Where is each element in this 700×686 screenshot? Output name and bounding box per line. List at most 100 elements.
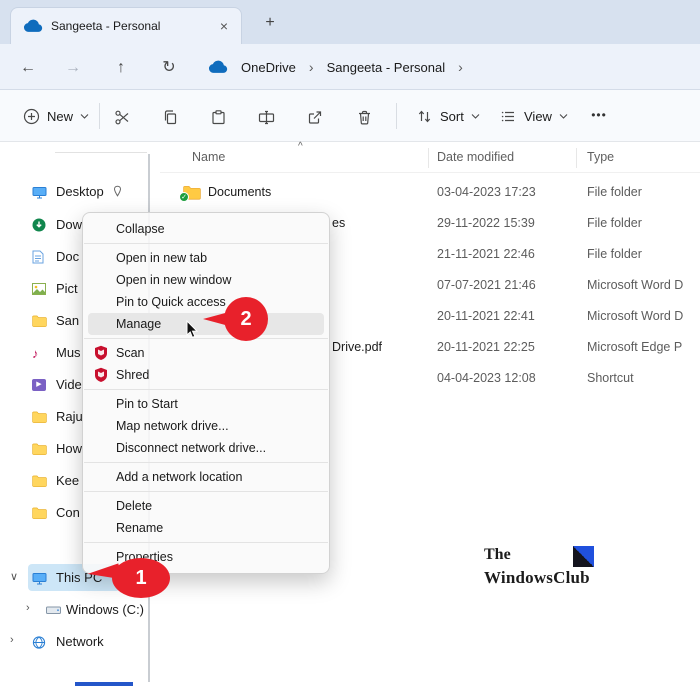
breadcrumb: OneDrive › Sangeeta - Personal › (208, 44, 463, 90)
menu-separator (84, 542, 328, 543)
tab-close-icon[interactable]: × (215, 17, 233, 35)
menu-item-scan[interactable]: Scan (88, 342, 324, 364)
menu-separator (84, 491, 328, 492)
sidebar-item-network[interactable]: › Network (0, 629, 150, 655)
scissors-icon (114, 109, 131, 126)
cut-button[interactable] (108, 103, 136, 131)
sidebar-item-label: Pict (56, 281, 78, 296)
menu-item-collapse[interactable]: Collapse (88, 218, 324, 240)
view-button-label: View (524, 109, 552, 124)
refresh-button[interactable]: ↻ (156, 55, 182, 81)
drive-icon (46, 603, 62, 617)
breadcrumb-separator[interactable]: › (458, 59, 463, 75)
sort-ascending-icon: ^ (298, 141, 303, 152)
explorer-tab[interactable]: Sangeeta - Personal × (10, 7, 242, 44)
up-button[interactable]: ↑ (108, 55, 134, 81)
sidebar-item-label: How (56, 441, 82, 456)
chevron-right-icon[interactable]: › (26, 602, 30, 614)
sort-button[interactable]: Sort (408, 102, 488, 130)
delete-button[interactable] (350, 103, 378, 131)
file-type: Microsoft Word D (587, 278, 699, 292)
network-globe-icon (32, 635, 48, 649)
play-icon: ▶ (32, 379, 46, 391)
onedrive-cloud-icon (208, 60, 228, 74)
column-header-type[interactable]: Type (587, 150, 614, 164)
menu-item-rename[interactable]: Rename (88, 517, 324, 539)
new-button[interactable]: New (14, 102, 98, 130)
new-button-label: New (47, 109, 73, 124)
column-divider[interactable] (576, 148, 577, 168)
logo-text-windowsclub: WindowsClub (484, 568, 594, 588)
new-tab-button[interactable]: + (258, 11, 282, 35)
download-icon (32, 218, 48, 232)
folder-icon (32, 474, 48, 488)
chevron-down-icon (559, 113, 568, 119)
menu-item-map-network-drive[interactable]: Map network drive... (88, 415, 324, 437)
chevron-down-icon[interactable]: ∨ (10, 570, 18, 583)
menu-item-pin-to-start[interactable]: Pin to Start (88, 393, 324, 415)
breadcrumb-item-folder[interactable]: Sangeeta - Personal (323, 57, 450, 78)
video-icon: ▶ (32, 378, 48, 392)
monitor-icon (32, 571, 48, 585)
sort-button-label: Sort (440, 109, 464, 124)
view-button[interactable]: View (492, 102, 576, 130)
sidebar-item-label: Desktop (56, 184, 104, 199)
sync-check-icon: ✓ (179, 192, 189, 202)
sidebar-item-label: Raju (56, 409, 83, 424)
menu-item-open-in-new-tab[interactable]: Open in new tab (88, 247, 324, 269)
menu-item-label: Scan (116, 346, 145, 360)
plus-circle-icon (23, 108, 40, 125)
trash-icon (356, 109, 373, 126)
menu-item-delete[interactable]: Delete (88, 495, 324, 517)
menu-item-open-in-new-window[interactable]: Open in new window (88, 269, 324, 291)
forward-button[interactable]: → (60, 55, 86, 81)
file-type: File folder (587, 185, 699, 199)
clipboard-icon (210, 109, 227, 126)
sidebar-item-label: Kee (56, 473, 79, 488)
picture-icon (32, 282, 48, 296)
menu-separator (84, 243, 328, 244)
menu-separator (84, 338, 328, 339)
menu-item-pin-to-quick-access[interactable]: Pin to Quick access (88, 291, 324, 313)
file-name: Documents (208, 185, 271, 199)
folder-icon (32, 506, 48, 520)
menu-item-shred[interactable]: Shred (88, 364, 324, 386)
column-header-date[interactable]: Date modified (437, 150, 514, 164)
sort-icon (416, 108, 433, 125)
sidebar-item-label: Windows (C:) (66, 602, 144, 617)
file-date: 04-04-2023 12:08 (437, 371, 536, 385)
file-type: Shortcut (587, 371, 699, 385)
navigation-bar: ← → ↑ ↻ OneDrive › Sangeeta - Personal › (0, 44, 700, 90)
sidebar-item-label: Network (56, 634, 104, 649)
sidebar-item-desktop[interactable]: Desktop (0, 179, 150, 205)
copy-button[interactable] (156, 103, 184, 131)
music-note-icon: ♪ (32, 346, 48, 360)
column-divider[interactable] (428, 148, 429, 168)
mouse-cursor-icon (186, 320, 199, 344)
toolbar-divider (396, 103, 397, 129)
back-button[interactable]: ← (15, 55, 41, 81)
column-header-name[interactable]: Name (192, 150, 225, 164)
paste-button[interactable] (204, 103, 232, 131)
breadcrumb-separator[interactable]: › (309, 59, 314, 75)
file-row-documents[interactable]: ✓ Documents 03-04-2023 17:23 File folder (160, 178, 700, 208)
sidebar-divider (55, 152, 147, 153)
breadcrumb-item-onedrive[interactable]: OneDrive (237, 57, 300, 78)
chevron-right-icon[interactable]: › (10, 634, 14, 646)
pin-icon (112, 185, 123, 200)
file-date: 20-11-2021 22:41 (437, 309, 535, 323)
share-button[interactable] (300, 103, 328, 131)
rename-button[interactable] (252, 103, 280, 131)
menu-item-add-network-location[interactable]: Add a network location (88, 466, 324, 488)
menu-separator (84, 462, 328, 463)
file-date: 29-11-2022 15:39 (437, 216, 535, 230)
onedrive-cloud-icon (23, 19, 43, 33)
logo-square-icon (573, 546, 594, 567)
rename-icon (258, 109, 275, 126)
more-options-icon[interactable]: ••• (583, 102, 615, 130)
file-type: File folder (587, 247, 699, 261)
file-date: 07-07-2021 21:46 (437, 278, 536, 292)
folder-icon (32, 314, 48, 328)
menu-item-disconnect-network-drive[interactable]: Disconnect network drive... (88, 437, 324, 459)
sidebar-item-windows-c[interactable]: › Windows (C:) (0, 597, 150, 623)
